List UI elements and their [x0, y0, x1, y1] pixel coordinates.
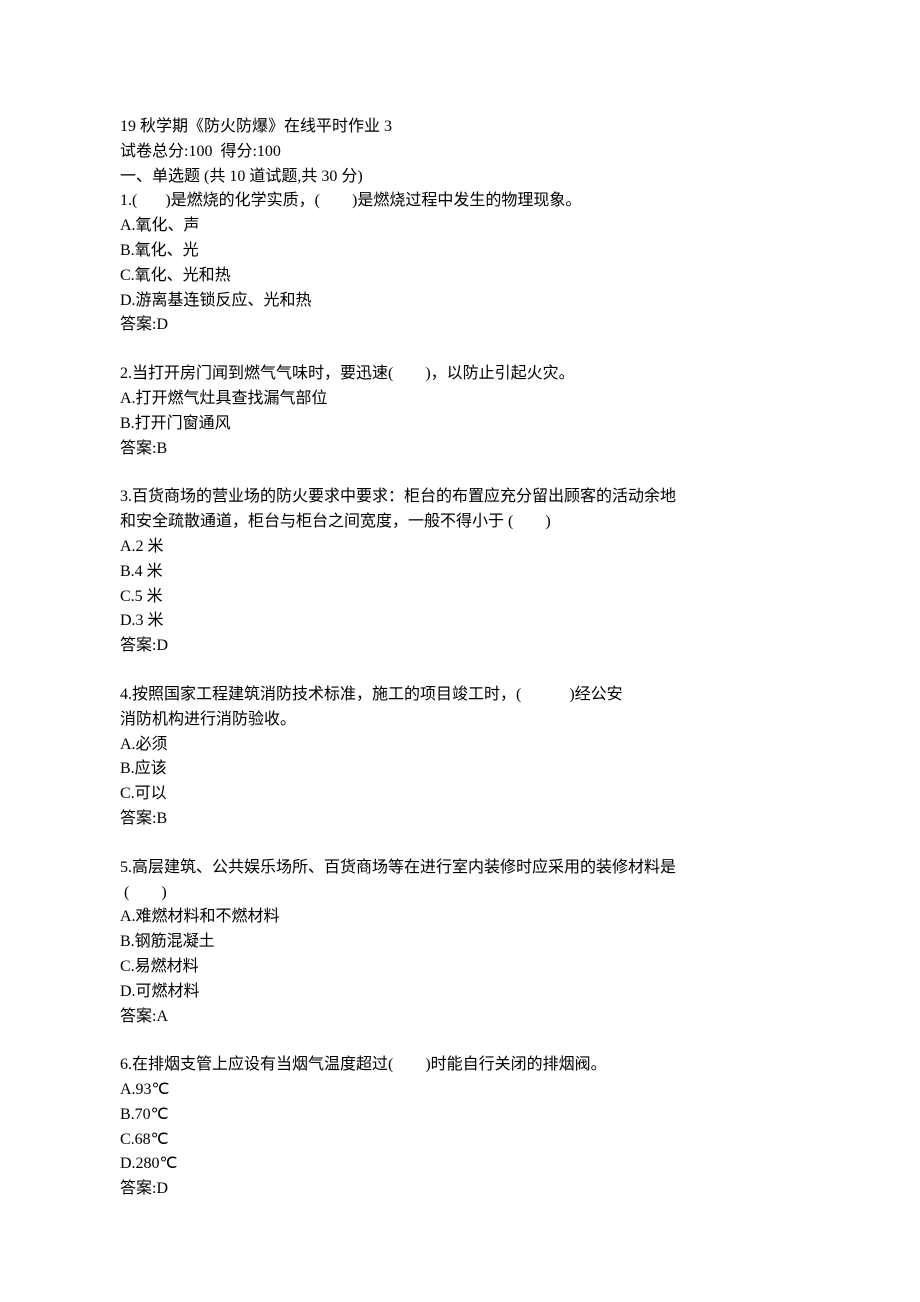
exam-score-line: 试卷总分:100 得分:100	[120, 140, 800, 165]
question-option: C.易燃材料	[120, 955, 800, 980]
question-option: C.可以	[120, 782, 800, 807]
question-answer: 答案:B	[120, 437, 800, 462]
exam-title: 19 秋学期《防火防爆》在线平时作业 3	[120, 115, 800, 140]
question-option: B.打开门窗通风	[120, 412, 800, 437]
question-option: A.2 米	[120, 535, 800, 560]
question-option: B.4 米	[120, 560, 800, 585]
question-option: A.难燃材料和不燃材料	[120, 905, 800, 930]
question-option: B.钢筋混凝土	[120, 930, 800, 955]
section-title: 一、单选题 (共 10 道试题,共 30 分)	[120, 165, 800, 190]
question-option: B.70℃	[120, 1103, 800, 1128]
question-stem: 3.百货商场的营业场的防火要求中要求：柜台的布置应充分留出顾客的活动余地	[120, 485, 800, 510]
question-block: 4.按照国家工程建筑消防技术标准，施工的项目竣工时，( )经公安消防机构进行消防…	[120, 683, 800, 832]
question-answer: 答案:D	[120, 1177, 800, 1202]
question-stem: 6.在排烟支管上应设有当烟气温度超过( )时能自行关闭的排烟阀。	[120, 1053, 800, 1078]
questions-container: 1.( )是燃烧的化学实质，( )是燃烧过程中发生的物理现象。A.氧化、声B.氧…	[120, 189, 800, 1202]
question-stem: 2.当打开房门闻到燃气气味时，要迅速( )，以防止引起火灾。	[120, 362, 800, 387]
question-option: B.氧化、光	[120, 239, 800, 264]
question-option: C.氧化、光和热	[120, 264, 800, 289]
question-option: D.可燃材料	[120, 980, 800, 1005]
question-option: C.68℃	[120, 1128, 800, 1153]
question-option: D.游离基连锁反应、光和热	[120, 289, 800, 314]
question-option: A.打开燃气灶具查找漏气部位	[120, 387, 800, 412]
question-block: 2.当打开房门闻到燃气气味时，要迅速( )，以防止引起火灾。A.打开燃气灶具查找…	[120, 362, 800, 461]
question-answer: 答案:A	[120, 1005, 800, 1030]
question-block: 1.( )是燃烧的化学实质，( )是燃烧过程中发生的物理现象。A.氧化、声B.氧…	[120, 189, 800, 338]
question-stem: 1.( )是燃烧的化学实质，( )是燃烧过程中发生的物理现象。	[120, 189, 800, 214]
question-option: A.必须	[120, 733, 800, 758]
question-stem: ( )	[120, 881, 800, 906]
question-option: A.氧化、声	[120, 214, 800, 239]
question-answer: 答案:D	[120, 313, 800, 338]
question-answer: 答案:D	[120, 634, 800, 659]
question-option: D.3 米	[120, 609, 800, 634]
question-answer: 答案:B	[120, 807, 800, 832]
question-block: 3.百货商场的营业场的防火要求中要求：柜台的布置应充分留出顾客的活动余地和安全疏…	[120, 485, 800, 659]
question-stem: 4.按照国家工程建筑消防技术标准，施工的项目竣工时，( )经公安	[120, 683, 800, 708]
question-option: C.5 米	[120, 585, 800, 610]
exam-header: 19 秋学期《防火防爆》在线平时作业 3 试卷总分:100 得分:100 一、单…	[120, 115, 800, 189]
question-stem: 5.高层建筑、公共娱乐场所、百货商场等在进行室内装修时应采用的装修材料是	[120, 856, 800, 881]
question-stem: 消防机构进行消防验收。	[120, 708, 800, 733]
question-stem: 和安全疏散通道，柜台与柜台之间宽度，一般不得小于 ( )	[120, 510, 800, 535]
question-option: A.93℃	[120, 1078, 800, 1103]
question-block: 5.高层建筑、公共娱乐场所、百货商场等在进行室内装修时应采用的装修材料是 ( )…	[120, 856, 800, 1030]
question-option: B.应该	[120, 757, 800, 782]
question-block: 6.在排烟支管上应设有当烟气温度超过( )时能自行关闭的排烟阀。A.93℃B.7…	[120, 1053, 800, 1202]
question-option: D.280℃	[120, 1152, 800, 1177]
